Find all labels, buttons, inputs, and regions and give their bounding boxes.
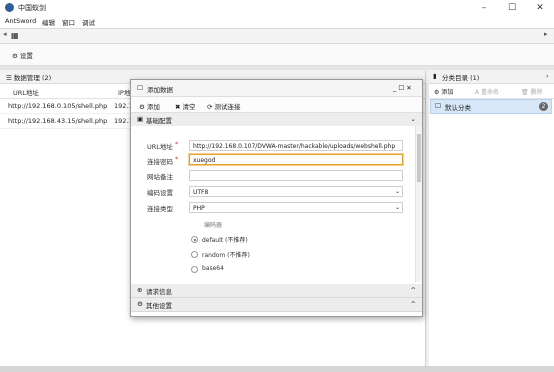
dialog-window-controls[interactable]: _ ☐ ✕: [393, 84, 412, 92]
tab-scroll-left-icon[interactable]: ◂: [3, 30, 7, 38]
test-connection-button[interactable]: ⟳ 测试连接: [207, 101, 241, 111]
connection-type-select[interactable]: PHP ⌄: [189, 202, 403, 213]
category-panel: ▮ 分类目录 (1) › ⚙ 添加 A 重命名 🗑 删除 ☐ 默认分类 2: [429, 70, 554, 368]
menu-edit[interactable]: 编辑: [42, 17, 55, 27]
chevron-up-icon: ^: [410, 300, 416, 308]
category-item[interactable]: ☐ 默认分类 2: [430, 99, 552, 114]
encoder-title: 编码器: [204, 222, 223, 229]
gear-icon: ⚙: [12, 52, 18, 60]
basic-config-form: URL地址 * http://192.168.0.107/DVWA-master…: [131, 126, 415, 282]
dialog-toolbar: ⚙ 添加 ✖ 清空 ⟳ 测试连接: [131, 97, 422, 113]
close-button[interactable]: ✕: [526, 0, 554, 16]
refresh-icon: ⟳: [207, 103, 213, 111]
chevron-down-icon: ⌄: [410, 115, 416, 123]
url-label: URL地址: [147, 143, 173, 151]
category-panel-title: 分类目录 (1): [442, 74, 480, 82]
encoder-base64-label: base64: [202, 265, 224, 272]
required-marker: *: [175, 155, 179, 163]
encoding-label: 编码设置: [147, 189, 173, 197]
category-delete-button[interactable]: 🗑 删除: [521, 87, 543, 96]
trash-icon: 🗑: [521, 89, 529, 96]
dialog-add-button[interactable]: ⚙ 添加: [139, 101, 160, 111]
expand-icon[interactable]: ›: [546, 72, 549, 80]
add-data-dialog: ☐ 添加数据 _ ☐ ✕ ⚙ 添加 ✖ 清空 ⟳ 测试连接 ▣ 基础配置 ⌄ U…: [130, 79, 423, 317]
section-basic-config[interactable]: ▣ 基础配置 ⌄: [131, 113, 422, 127]
encoder-default-label: default (不推荐): [202, 237, 248, 244]
dialog-title: 添加数据: [147, 86, 173, 94]
minimize-button[interactable]: –: [470, 0, 498, 16]
category-rename-button[interactable]: A 重命名: [475, 87, 499, 96]
note-label: 网站备注: [147, 173, 173, 181]
tab-home-icon[interactable]: ▦: [11, 31, 19, 40]
menu-antsword[interactable]: AntSword: [5, 17, 36, 25]
clear-icon: ✖: [175, 103, 181, 111]
menu-bar: AntSword 编辑 窗口 调试: [0, 16, 554, 28]
count-badge: 2: [539, 102, 548, 111]
encoding-select[interactable]: UTF8 ⌄: [189, 186, 403, 197]
url-input[interactable]: http://192.168.0.107/DVWA-master/hackabl…: [189, 140, 403, 151]
password-input[interactable]: xuegod: [189, 154, 403, 165]
encoder-random-label: random (不推荐): [202, 252, 250, 259]
maximize-button[interactable]: ☐: [498, 0, 526, 16]
window-icon: ☐: [137, 84, 143, 92]
app-logo-icon: [5, 3, 14, 12]
column-ip[interactable]: IP地: [118, 87, 130, 97]
connection-type-value: PHP: [193, 205, 205, 212]
section-icon: ⊕: [137, 286, 143, 294]
note-input[interactable]: [189, 170, 403, 181]
tab-strip: ◂ ▦ ▸: [0, 28, 554, 44]
required-marker: *: [175, 140, 179, 148]
column-url[interactable]: URL地址: [13, 87, 39, 97]
dialog-titlebar: ☐ 添加数据 _ ☐ ✕: [131, 80, 422, 97]
form-scrollbar[interactable]: [415, 126, 422, 282]
encoder-base64-radio[interactable]: [191, 266, 198, 273]
row-url: http://192.168.0.105/shell.php: [8, 102, 108, 110]
encoder-random-radio[interactable]: [191, 251, 198, 258]
category-panel-header: ▮ 分类目录 (1) ›: [429, 70, 554, 84]
list-icon: ☰: [6, 74, 12, 82]
category-toolbar: ⚙ 添加 A 重命名 🗑 删除: [429, 84, 554, 99]
section-title: 请求信息: [146, 288, 172, 296]
rename-icon: A: [475, 89, 480, 96]
folder-icon: ☐: [435, 102, 441, 110]
menu-debug[interactable]: 调试: [82, 17, 95, 27]
password-label: 连接密码: [147, 158, 173, 166]
tab-scroll-right-icon[interactable]: ▸: [544, 30, 548, 38]
section-title: 其他设置: [146, 302, 172, 310]
row-url: http://192.168.43.15/shell.php: [8, 117, 108, 125]
data-panel-title: ☰ 数据管理 (2): [6, 74, 52, 82]
gear-icon: ⚙: [139, 103, 145, 111]
gear-icon: ⚙: [434, 89, 440, 96]
category-add-button[interactable]: ⚙ 添加: [434, 87, 453, 96]
settings-button[interactable]: ⚙ 设置: [12, 50, 33, 60]
settings-label: 设置: [19, 52, 33, 60]
encoding-value: UTF8: [193, 189, 209, 196]
main-toolbar: ⚙ 设置: [0, 44, 554, 66]
window-titlebar: 中国蚁剑 – ☐ ✕: [0, 0, 554, 16]
dialog-clear-button[interactable]: ✖ 清空: [175, 101, 196, 111]
encoder-default-radio[interactable]: [191, 236, 198, 243]
menu-window[interactable]: 窗口: [62, 17, 75, 27]
window-title: 中国蚁剑: [18, 4, 46, 12]
chevron-up-icon: ^: [410, 286, 416, 294]
gear-icon: ⚙: [137, 300, 143, 308]
background-window-strip: [0, 366, 554, 372]
folder-icon: ▮: [433, 72, 437, 80]
chevron-down-icon: ⌄: [394, 188, 401, 195]
section-other-settings[interactable]: ⚙ 其他设置 ^: [131, 298, 422, 312]
section-title: 基础配置: [146, 117, 172, 125]
scrollbar-thumb[interactable]: [417, 134, 421, 182]
type-label: 连接类型: [147, 205, 173, 213]
chevron-down-icon: ⌄: [394, 204, 401, 211]
section-request-info[interactable]: ⊕ 请求信息 ^: [131, 284, 422, 298]
section-icon: ▣: [137, 115, 144, 123]
category-name: 默认分类: [445, 104, 471, 112]
